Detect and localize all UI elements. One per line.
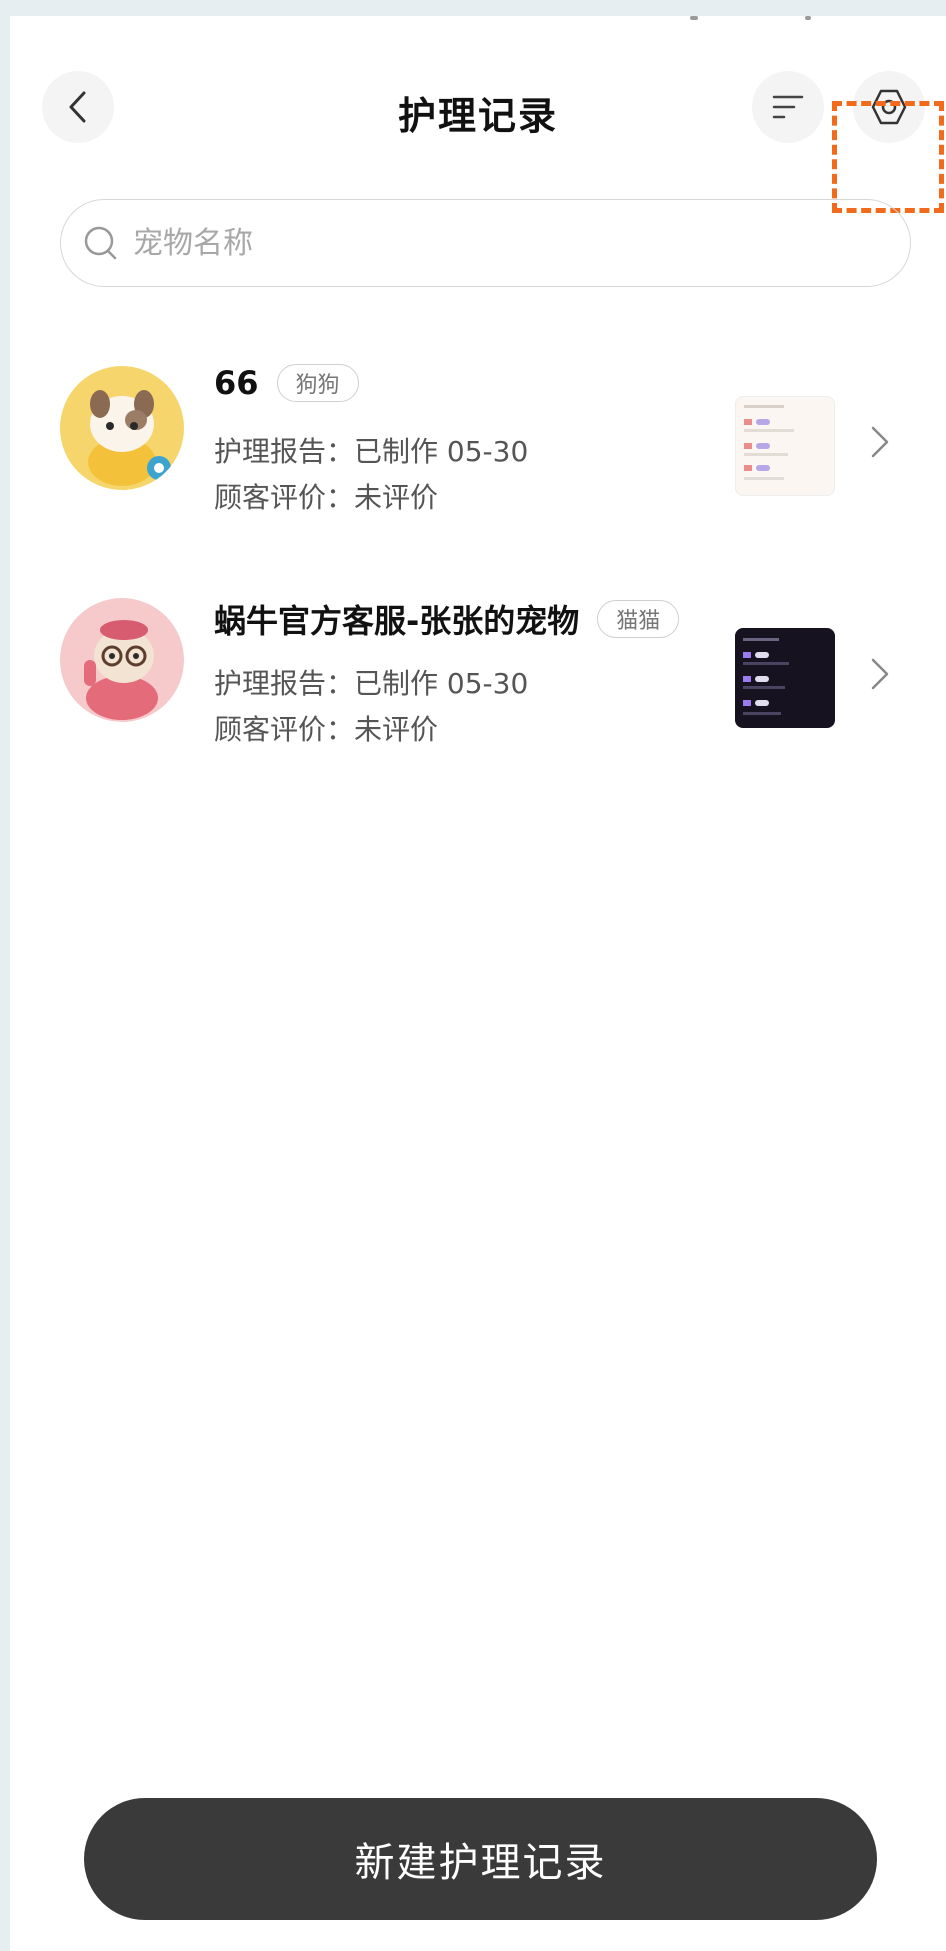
settings-highlight — [832, 101, 944, 213]
chevron-right-icon[interactable] — [868, 654, 892, 694]
name-row: 蜗牛官方客服-张张的宠物 猫猫 — [214, 596, 680, 642]
filter-button[interactable] — [752, 71, 824, 143]
report-thumbnail[interactable] — [735, 628, 835, 728]
list-item[interactable]: 蜗牛官方客服-张张的宠物 猫猫 护理报告：已制作 05-30 顾客评价：未评价 — [10, 578, 946, 758]
pet-name: 66 — [214, 364, 259, 402]
search-input[interactable] — [131, 224, 735, 262]
app-screen: 护理记录 宠物名称 66 狗狗 护理报告：已制作 05-30 顾客评价：未评价 … — [10, 16, 946, 1951]
filter-icon — [772, 95, 804, 119]
pet-type-tag: 猫猫 — [597, 600, 680, 638]
avatar — [60, 366, 184, 490]
report-status: 护理报告：已制作 05-30 — [214, 435, 529, 468]
list-item[interactable]: 66 狗狗 护理报告：已制作 05-30 顾客评价：未评价 — [10, 346, 946, 526]
status-bar — [690, 16, 830, 26]
name-row: 66 狗狗 — [214, 364, 359, 402]
new-record-button[interactable]: 新建护理记录 — [84, 1798, 877, 1920]
chevron-right-icon[interactable] — [868, 422, 892, 462]
review-status: 顾客评价：未评价 — [214, 713, 439, 746]
search-icon — [81, 223, 121, 263]
report-thumbnail[interactable] — [735, 396, 835, 496]
review-status: 顾客评价：未评价 — [214, 481, 439, 514]
pet-name: 蜗牛官方客服-张张的宠物 — [214, 602, 580, 640]
pet-type-tag: 狗狗 — [276, 364, 359, 402]
search-bar[interactable] — [60, 199, 911, 287]
report-status: 护理报告：已制作 05-30 — [214, 667, 529, 700]
avatar — [60, 598, 184, 722]
top-bar: 护理记录 — [10, 71, 946, 213]
